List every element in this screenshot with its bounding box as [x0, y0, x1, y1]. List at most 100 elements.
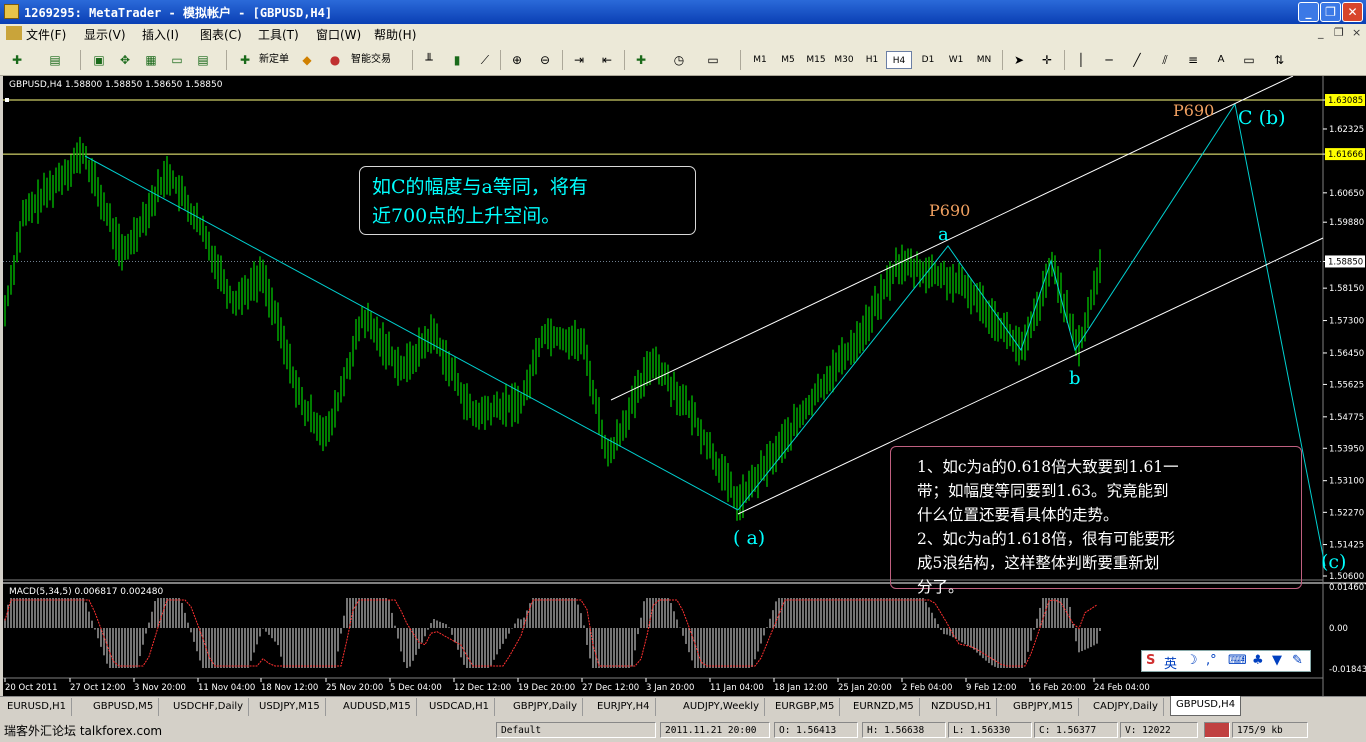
chart-shift-icon[interactable]: ⇤ — [598, 51, 616, 69]
line-chart-icon[interactable]: ⟋ — [476, 51, 494, 69]
menu-charts[interactable]: 图表(C) — [200, 26, 242, 43]
macd-tick-label: -0.018435 — [1329, 665, 1366, 675]
chart-tab[interactable]: EURGBP,M5 — [770, 698, 841, 716]
market-watch-icon[interactable]: ▣ — [90, 51, 108, 69]
macd-header: MACD(5,34,5) 0.006817 0.002480 — [9, 587, 164, 597]
price-tick-label: 1.60650 — [1329, 189, 1364, 199]
trendline-icon[interactable]: ╱ — [1128, 51, 1146, 69]
wave-label-c-paren: (c) — [1321, 551, 1346, 573]
time-tick-label: 18 Nov 12:00 — [261, 683, 318, 693]
tf-m15[interactable]: M15 — [803, 51, 829, 69]
tf-m5[interactable]: M5 — [775, 51, 801, 69]
new-chart-icon[interactable]: ✚ — [8, 51, 26, 69]
channel-upper — [610, 76, 1294, 401]
chart-tab[interactable]: CADJPY,Daily — [1088, 698, 1164, 716]
chart-tab[interactable]: AUDUSD,M15 — [338, 698, 417, 716]
chart-tab[interactable]: GBPJPY,Daily — [508, 698, 583, 716]
chart-tab[interactable]: USDJPY,M15 — [254, 698, 326, 716]
restore-button[interactable]: ❐ — [1320, 2, 1341, 22]
menu-view[interactable]: 显示(V) — [84, 26, 126, 43]
ime-toolbar[interactable]: S 英 ☽ ,° ⌨ ♣ ▼ ✎ — [1141, 650, 1311, 672]
time-tick-label: 19 Dec 20:00 — [518, 683, 575, 693]
ime-moon-icon[interactable]: ☽ — [1186, 653, 1198, 668]
ime-toolbox-icon[interactable]: ♣ — [1252, 653, 1264, 668]
new-order-icon[interactable]: ✚ — [236, 51, 254, 69]
ime-keyboard-icon[interactable]: ⌨ — [1228, 653, 1247, 668]
tf-h1[interactable]: H1 — [859, 51, 885, 69]
vertical-line-icon[interactable]: │ — [1072, 51, 1090, 69]
chart-tab[interactable]: GBPUSD,M5 — [88, 698, 160, 716]
status-close: C: 1.56377 — [1034, 722, 1118, 738]
chart-tab[interactable]: EURUSD,H1 — [2, 698, 73, 716]
warning-icon[interactable]: ◆ — [298, 51, 316, 69]
tf-w1[interactable]: W1 — [943, 51, 969, 69]
tf-mn[interactable]: MN — [971, 51, 997, 69]
templates-icon[interactable]: ▭ — [704, 51, 722, 69]
watermark: 瑞客外汇论坛 talkforex.com — [4, 724, 163, 738]
expert-button[interactable]: 智能交易 — [346, 50, 396, 70]
chart-tab[interactable]: GBPUSD,H4 — [1170, 696, 1242, 716]
sogou-icon[interactable]: S — [1146, 653, 1155, 668]
status-profile: Default — [496, 722, 656, 738]
menu-file[interactable]: 文件(F) — [26, 26, 66, 43]
indicators-icon[interactable]: ✚ — [632, 51, 650, 69]
candle-chart-icon[interactable]: ▮ — [448, 51, 466, 69]
zoom-out-icon[interactable]: ⊖ — [536, 51, 554, 69]
profiles-icon[interactable]: ▤ — [46, 51, 64, 69]
tf-m30[interactable]: M30 — [831, 51, 857, 69]
wave-label-c-b: C (b) — [1238, 107, 1286, 129]
ime-mode-label[interactable]: 英 — [1164, 653, 1177, 672]
expert-advisor-icon[interactable]: ● — [326, 51, 344, 69]
ime-punct-icon[interactable]: ,° — [1206, 653, 1217, 668]
chart-tab[interactable]: AUDJPY,Weekly — [678, 698, 766, 716]
chart-tab[interactable]: EURJPY,H4 — [592, 698, 656, 716]
text-tool-button[interactable]: A — [1212, 50, 1230, 70]
chart-tab[interactable]: NZDUSD,H1 — [926, 698, 998, 716]
chart-tab[interactable]: GBPJPY,M15 — [1008, 698, 1080, 716]
menu-insert[interactable]: 插入(I) — [142, 26, 179, 43]
time-tick-label: 3 Jan 20:00 — [646, 683, 694, 693]
menu-help[interactable]: 帮助(H) — [374, 26, 416, 43]
chart-window[interactable]: 1.63085 1.62325 1.61666 1.60650 1.59880 1.588… — [3, 76, 1366, 696]
menu-tools[interactable]: 工具(T) — [258, 26, 299, 43]
mdi-restore-button[interactable]: ❐ — [1334, 26, 1344, 39]
time-tick-label: 24 Feb 04:00 — [1094, 683, 1150, 693]
menu-window[interactable]: 窗口(W) — [316, 26, 361, 43]
chart-tab[interactable]: EURNZD,M5 — [848, 698, 920, 716]
horizontal-line-icon[interactable]: ─ — [1100, 51, 1118, 69]
annotation-2-line: 带；如幅度等同要到1.63。究竟能到 — [917, 482, 1169, 500]
tester-icon[interactable]: ▤ — [194, 51, 212, 69]
navigator-icon[interactable]: ✥ — [116, 51, 134, 69]
price-tick-label: 1.50600 — [1329, 572, 1364, 582]
minimize-button[interactable]: _ — [1298, 2, 1319, 22]
chart-tab[interactable]: USDCHF,Daily — [168, 698, 250, 716]
channel-icon[interactable]: ⫽ — [1156, 51, 1174, 69]
mdi-minimize-button[interactable]: _ — [1318, 26, 1324, 39]
ime-settings-icon[interactable]: ✎ — [1292, 653, 1303, 668]
auto-scroll-icon[interactable]: ⇥ — [570, 51, 588, 69]
price-tick-label: 1.59880 — [1329, 218, 1364, 228]
zoom-in-icon[interactable]: ⊕ — [508, 51, 526, 69]
chart-tab[interactable]: USDCAD,H1 — [424, 698, 495, 716]
tf-m1[interactable]: M1 — [747, 51, 773, 69]
mdi-close-button[interactable]: × — [1352, 26, 1361, 39]
text-label-icon[interactable]: ▭ — [1240, 51, 1258, 69]
close-button[interactable]: ✕ — [1342, 2, 1363, 22]
annotation-1-line: 近700点的上升空间。 — [372, 205, 561, 227]
bar-chart-icon[interactable]: ╨ — [420, 51, 438, 69]
terminal-icon[interactable]: ▭ — [168, 51, 186, 69]
tf-d1[interactable]: D1 — [915, 51, 941, 69]
data-window-icon[interactable]: ▦ — [142, 51, 160, 69]
ime-skin-icon[interactable]: ▼ — [1272, 653, 1282, 668]
crosshair-icon[interactable]: ✛ — [1038, 51, 1056, 69]
fibonacci-icon[interactable]: ≡ — [1184, 51, 1202, 69]
price-tick-label: 1.57300 — [1329, 317, 1364, 327]
arrows-icon[interactable]: ⇅ — [1270, 51, 1288, 69]
price-highlight-label: 1.63085 — [1328, 96, 1363, 106]
tf-h4[interactable]: H4 — [886, 51, 912, 69]
status-volume: V: 12022 — [1120, 722, 1198, 738]
cursor-icon[interactable]: ➤ — [1010, 51, 1028, 69]
menu-bar: 文件(F) 显示(V) 插入(I) 图表(C) 工具(T) 窗口(W) 帮助(H… — [0, 24, 1366, 44]
periods-icon[interactable]: ◷ — [670, 51, 688, 69]
new-order-button[interactable]: 新定单 — [256, 50, 292, 70]
